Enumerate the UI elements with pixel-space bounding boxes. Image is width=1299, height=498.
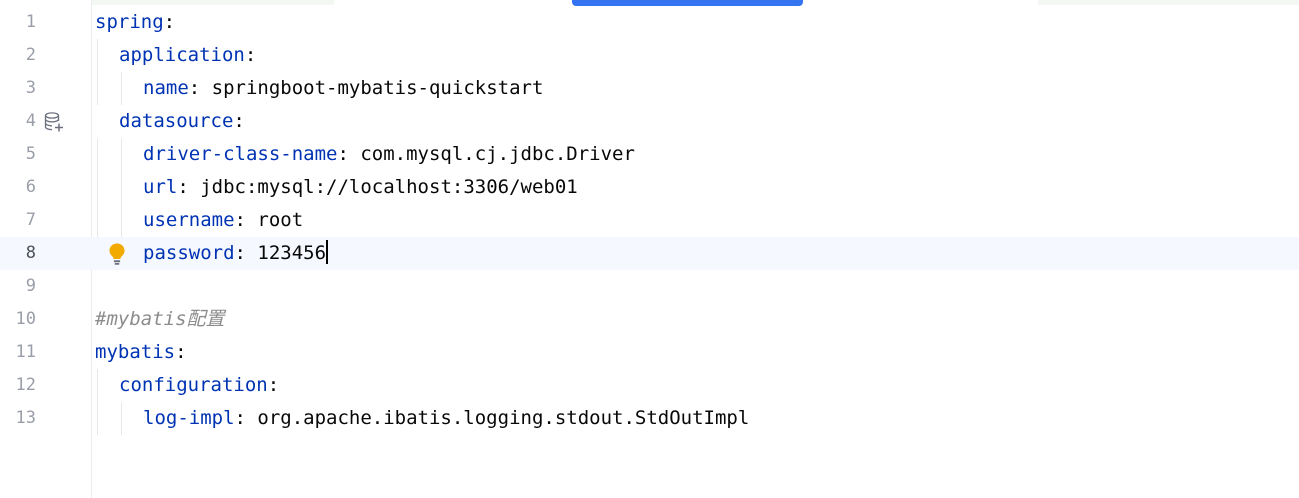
code-text[interactable]: mybatis: [95, 336, 187, 369]
yaml-key: configuration [119, 374, 268, 396]
line-number: 11 [15, 342, 36, 362]
yaml-colon: : [234, 242, 246, 264]
code-text[interactable]: driver-class-name: com.mysql.cj.jdbc.Dri… [143, 138, 635, 171]
code-line[interactable]: 9 [0, 270, 1299, 303]
yaml-colon: : [234, 407, 246, 429]
line-number: 5 [25, 144, 36, 164]
yaml-value: org.apache.ibatis.logging.stdout.StdOutI… [245, 407, 750, 429]
code-line[interactable]: 10 #mybatis配置 [0, 303, 1299, 336]
line-number: 2 [25, 45, 36, 65]
code-text[interactable]: application: [119, 39, 256, 72]
line-number: 3 [25, 78, 36, 98]
line-number: 1 [25, 12, 36, 32]
line-number: 6 [25, 177, 36, 197]
code-line[interactable]: 2 application: [0, 39, 1299, 72]
yaml-colon: : [337, 143, 349, 165]
yaml-key: datasource [119, 110, 234, 132]
yaml-key: url [143, 176, 178, 198]
line-number: 9 [25, 276, 36, 296]
yaml-colon: : [233, 110, 245, 132]
yaml-key: name [143, 77, 189, 99]
yaml-value: root [245, 209, 304, 231]
code-line[interactable]: 13 log-impl: org.apache.ibatis.logging.st… [0, 402, 1299, 435]
code-text[interactable]: datasource: [119, 105, 245, 138]
code-editor[interactable]: 1 spring: 2 application: 3 name: springboot-m… [0, 0, 1299, 498]
yaml-key: username [143, 209, 235, 231]
yaml-colon: : [234, 209, 246, 231]
yaml-key: spring [95, 11, 164, 33]
yaml-value: jdbc:mysql://localhost:3306/web01 [188, 176, 578, 198]
code-line[interactable]: 1 spring: [0, 6, 1299, 39]
code-line[interactable]: 7 username: root [0, 204, 1299, 237]
code-line[interactable]: 5 driver-class-name: com.mysql.cj.jdbc.Dr… [0, 138, 1299, 171]
line-number: 4 [25, 111, 36, 131]
lightbulb-icon[interactable] [107, 242, 127, 266]
code-text[interactable]: configuration: [119, 369, 279, 402]
code-line[interactable]: 6 url: jdbc:mysql://localhost:3306/web01 [0, 171, 1299, 204]
code-line[interactable]: 4 datasource: [0, 105, 1299, 138]
yaml-colon: : [175, 341, 187, 363]
code-text[interactable]: name: springboot-mybatis-quickstart [143, 72, 543, 105]
yaml-value: com.mysql.cj.jdbc.Driver [348, 143, 635, 165]
yaml-key: application [119, 44, 245, 66]
code-text[interactable]: url: jdbc:mysql://localhost:3306/web01 [143, 171, 578, 204]
line-number: 10 [15, 309, 36, 329]
text-caret [326, 240, 329, 264]
database-add-icon[interactable] [43, 111, 65, 133]
yaml-comment: #mybatis配置 [95, 308, 225, 330]
yaml-colon: : [177, 176, 189, 198]
code-text[interactable]: username: root [143, 204, 303, 237]
yaml-key: mybatis [95, 341, 176, 363]
yaml-key: password [143, 242, 235, 264]
yaml-key: log-impl [143, 407, 235, 429]
yaml-value: 123456 [245, 242, 327, 264]
top-strip-segment [92, 0, 334, 5]
line-number: 7 [25, 210, 36, 230]
line-number: 12 [15, 375, 36, 395]
yaml-colon: : [244, 44, 257, 66]
code-text[interactable]: log-impl: org.apache.ibatis.logging.stdo… [143, 402, 749, 435]
line-number: 8 [25, 243, 36, 263]
yaml-colon: : [188, 77, 201, 99]
code-text[interactable]: spring: [95, 6, 175, 39]
yaml-colon: : [163, 11, 176, 33]
code-text[interactable]: password: 123456 [143, 237, 329, 270]
code-line[interactable]: 12 configuration: [0, 369, 1299, 402]
top-strip-segment [1038, 0, 1299, 5]
line-number: 13 [15, 408, 36, 428]
yaml-key: driver-class-name [143, 143, 338, 165]
code-text[interactable]: #mybatis配置 [95, 303, 225, 336]
code-line[interactable]: 11 mybatis: [0, 336, 1299, 369]
code-line[interactable]: 3 name: springboot-mybatis-quickstart [0, 72, 1299, 105]
yaml-colon: : [267, 374, 280, 396]
code-line[interactable]: 8 password: 123456 [0, 237, 1299, 270]
yaml-value: springboot-mybatis-quickstart [200, 77, 544, 99]
